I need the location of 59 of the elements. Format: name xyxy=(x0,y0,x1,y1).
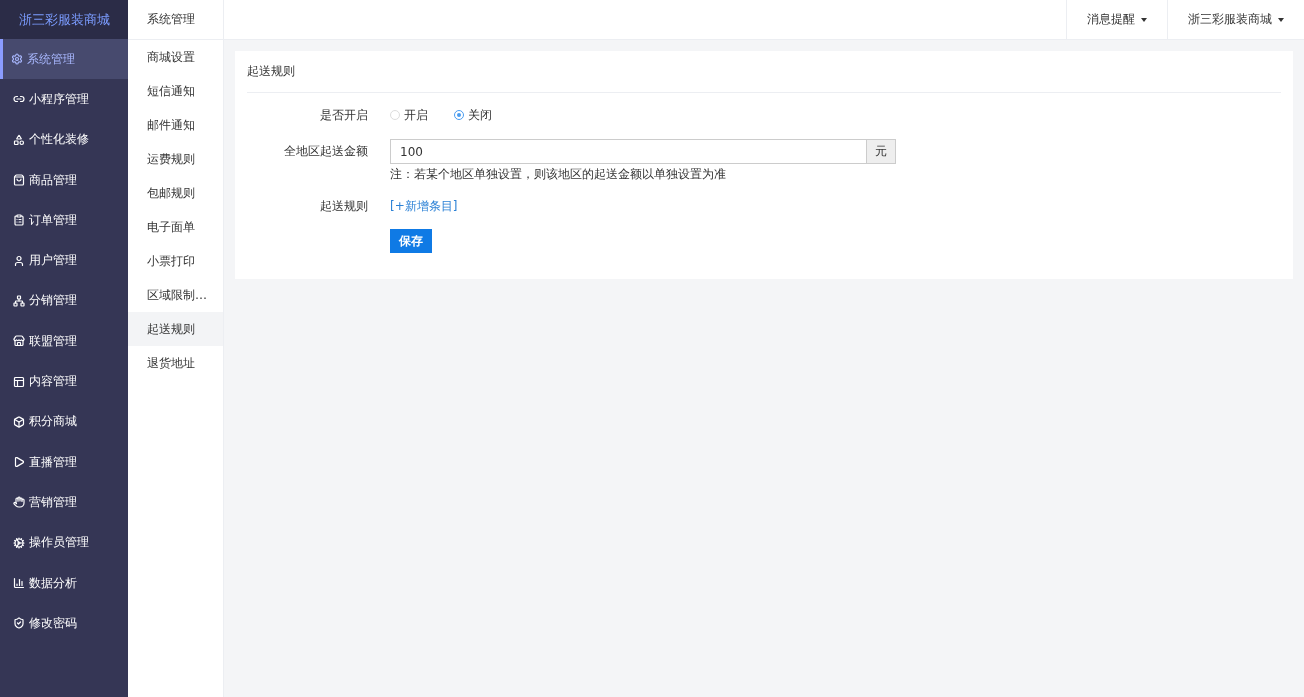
hand-icon xyxy=(13,496,25,509)
unit-addon: 元 xyxy=(867,139,896,164)
submenu-title: 系统管理 xyxy=(128,0,223,40)
sidebar-item[interactable]: 订单管理 xyxy=(0,200,128,241)
submenu-item[interactable]: 商城设置 xyxy=(128,40,223,74)
sidebar-item[interactable]: 用户管理 xyxy=(0,240,128,281)
brand-title: 浙三彩服装商城 xyxy=(0,0,128,39)
submenu-item[interactable]: 退货地址 xyxy=(128,346,223,380)
top-menu[interactable]: 浙三彩服装商城 xyxy=(1167,0,1304,39)
sidebar-item[interactable]: 操作员管理 xyxy=(0,522,128,563)
gear-icon xyxy=(13,536,25,549)
sidebar-item[interactable]: 直播管理 xyxy=(0,441,128,483)
radio-label: 关闭 xyxy=(468,107,492,124)
radio-option[interactable]: 关闭 xyxy=(454,105,492,125)
play-icon xyxy=(13,456,25,469)
box-icon xyxy=(13,415,25,428)
submenu-item[interactable]: 邮件通知 xyxy=(128,108,223,142)
sidebar-item[interactable]: 商品管理 xyxy=(0,159,128,201)
sidebar-item[interactable]: 内容管理 xyxy=(0,361,128,402)
submenu-item[interactable]: 电子面单 xyxy=(128,210,223,244)
bag-icon xyxy=(13,174,25,187)
sidebar-item[interactable]: 个性化装修 xyxy=(0,119,128,160)
radio-icon[interactable] xyxy=(454,110,464,120)
sidebar-item[interactable]: 营销管理 xyxy=(0,482,128,523)
sidebar-item[interactable]: 修改密码 xyxy=(0,603,128,644)
panel-title: 起送规则 xyxy=(247,51,1281,93)
panel-icon xyxy=(13,375,25,388)
submenu-item[interactable]: 运费规则 xyxy=(128,142,223,176)
radio-option[interactable]: 开启 xyxy=(390,105,428,125)
network-icon xyxy=(13,294,25,307)
save-button[interactable]: 保存 xyxy=(390,229,432,253)
bar-chart-icon xyxy=(13,577,25,589)
user-icon xyxy=(13,254,25,267)
submenu-item[interactable]: 区域限制… xyxy=(128,278,223,312)
store-icon xyxy=(13,335,25,348)
shapes-icon xyxy=(13,133,25,146)
add-item-link[interactable]: [+新增条目] xyxy=(390,196,458,216)
submenu-item[interactable]: 包邮规则 xyxy=(128,176,223,210)
sidebar-item[interactable]: 联盟管理 xyxy=(0,321,128,362)
field-label: 起送规则 xyxy=(319,198,369,215)
submenu-item[interactable]: 小票打印 xyxy=(128,244,223,278)
shield-icon xyxy=(13,617,25,630)
field-label: 全地区起送金额 xyxy=(283,143,369,160)
submenu-item[interactable]: 短信通知 xyxy=(128,74,223,108)
top-menu[interactable]: 消息提醒 xyxy=(1066,0,1167,39)
sidebar-item[interactable]: 小程序管理 xyxy=(0,79,128,120)
caret-icon xyxy=(1278,17,1284,22)
field-label: 是否开启 xyxy=(319,107,369,124)
radio-label: 开启 xyxy=(404,107,428,124)
note-text: 注：若某个地区单独设置，则该地区的起送金额以单独设置为准 xyxy=(390,166,727,182)
sidebar-item[interactable]: 系统管理 xyxy=(0,39,128,80)
settings-icon xyxy=(11,53,23,66)
caret-icon xyxy=(1141,17,1147,22)
amount-input[interactable]: 100 xyxy=(390,139,867,164)
sidebar-item[interactable]: 积分商城 xyxy=(0,401,128,442)
sidebar-item[interactable]: 分销管理 xyxy=(0,280,128,322)
submenu-item[interactable]: 起送规则 xyxy=(128,312,223,346)
sidebar-item[interactable]: 数据分析 xyxy=(0,562,128,604)
clipboard-icon xyxy=(13,214,25,227)
